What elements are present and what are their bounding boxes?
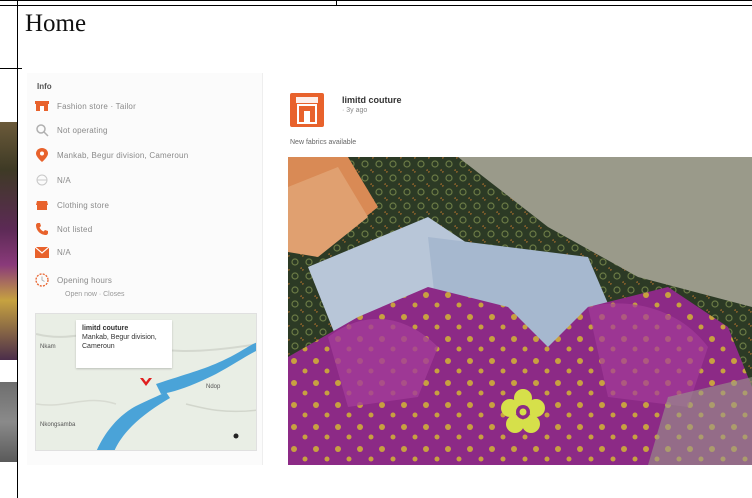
globe-icon [35, 173, 49, 187]
info-row-text: Opening hours [57, 275, 113, 285]
info-row-website[interactable]: N/A [35, 171, 71, 189]
map-callout: limitd couture Mankab, Begur division, C… [76, 320, 172, 368]
store-avatar-icon[interactable] [290, 93, 324, 127]
info-row-email[interactable]: N/A [35, 243, 71, 261]
map-callout-line: limitd couture [82, 325, 129, 332]
info-row-text: Not listed [57, 224, 93, 234]
category-icon [35, 198, 49, 212]
mail-icon [35, 245, 49, 259]
neighbour-photo [0, 122, 17, 360]
info-card: Info Fashion store · Tailor Not operatin… [27, 73, 263, 465]
table-border-row [0, 5, 752, 6]
neighbour-photo-lower [0, 382, 17, 462]
table-border-top [0, 0, 752, 1]
info-row-address[interactable]: Mankab, Begur division, Cameroun [35, 146, 188, 164]
info-row-type: Clothing store [35, 196, 109, 214]
table-border-tick [0, 68, 22, 69]
map-label: Nkam [40, 344, 56, 350]
post-photo[interactable] [288, 157, 752, 465]
info-title: Info [37, 82, 52, 91]
info-row-text: N/A [57, 247, 71, 257]
post-author[interactable]: limitd couture [342, 95, 402, 105]
post-time: · 3y ago [342, 107, 368, 114]
table-border-left [17, 0, 18, 498]
hours-subtext: Open now · Closes [65, 291, 125, 298]
info-row-text: N/A [57, 175, 71, 185]
info-row-text: Fashion store · Tailor [57, 101, 136, 111]
info-row-phone[interactable]: Not listed [35, 220, 92, 238]
map-marker-icon[interactable] [140, 376, 152, 388]
store-icon [35, 99, 49, 113]
map-callout-line: Mankab, Begur division, [82, 334, 157, 341]
info-row-status: Not operating [35, 121, 108, 139]
location-pin-icon [35, 148, 49, 162]
info-row-text: Not operating [57, 125, 108, 135]
page-title: Home [25, 10, 87, 37]
clock-icon [35, 273, 49, 287]
info-row-hours[interactable]: Opening hours [35, 271, 112, 289]
phone-icon [35, 222, 49, 236]
search-icon [35, 123, 49, 137]
post-caption: New fabrics available [290, 139, 357, 146]
post-card: limitd couture · 3y ago New fabrics avai… [276, 73, 752, 465]
map-label: Nkongsamba [40, 422, 76, 428]
info-row-text: Clothing store [57, 200, 110, 210]
location-map[interactable]: limitd couture Mankab, Begur division, C… [35, 313, 257, 451]
info-row-category: Fashion store · Tailor [35, 97, 136, 115]
map-callout-line: Cameroun [82, 343, 115, 350]
map-label: Ndop [206, 384, 221, 390]
info-row-text: Mankab, Begur division, Cameroun [57, 150, 189, 160]
